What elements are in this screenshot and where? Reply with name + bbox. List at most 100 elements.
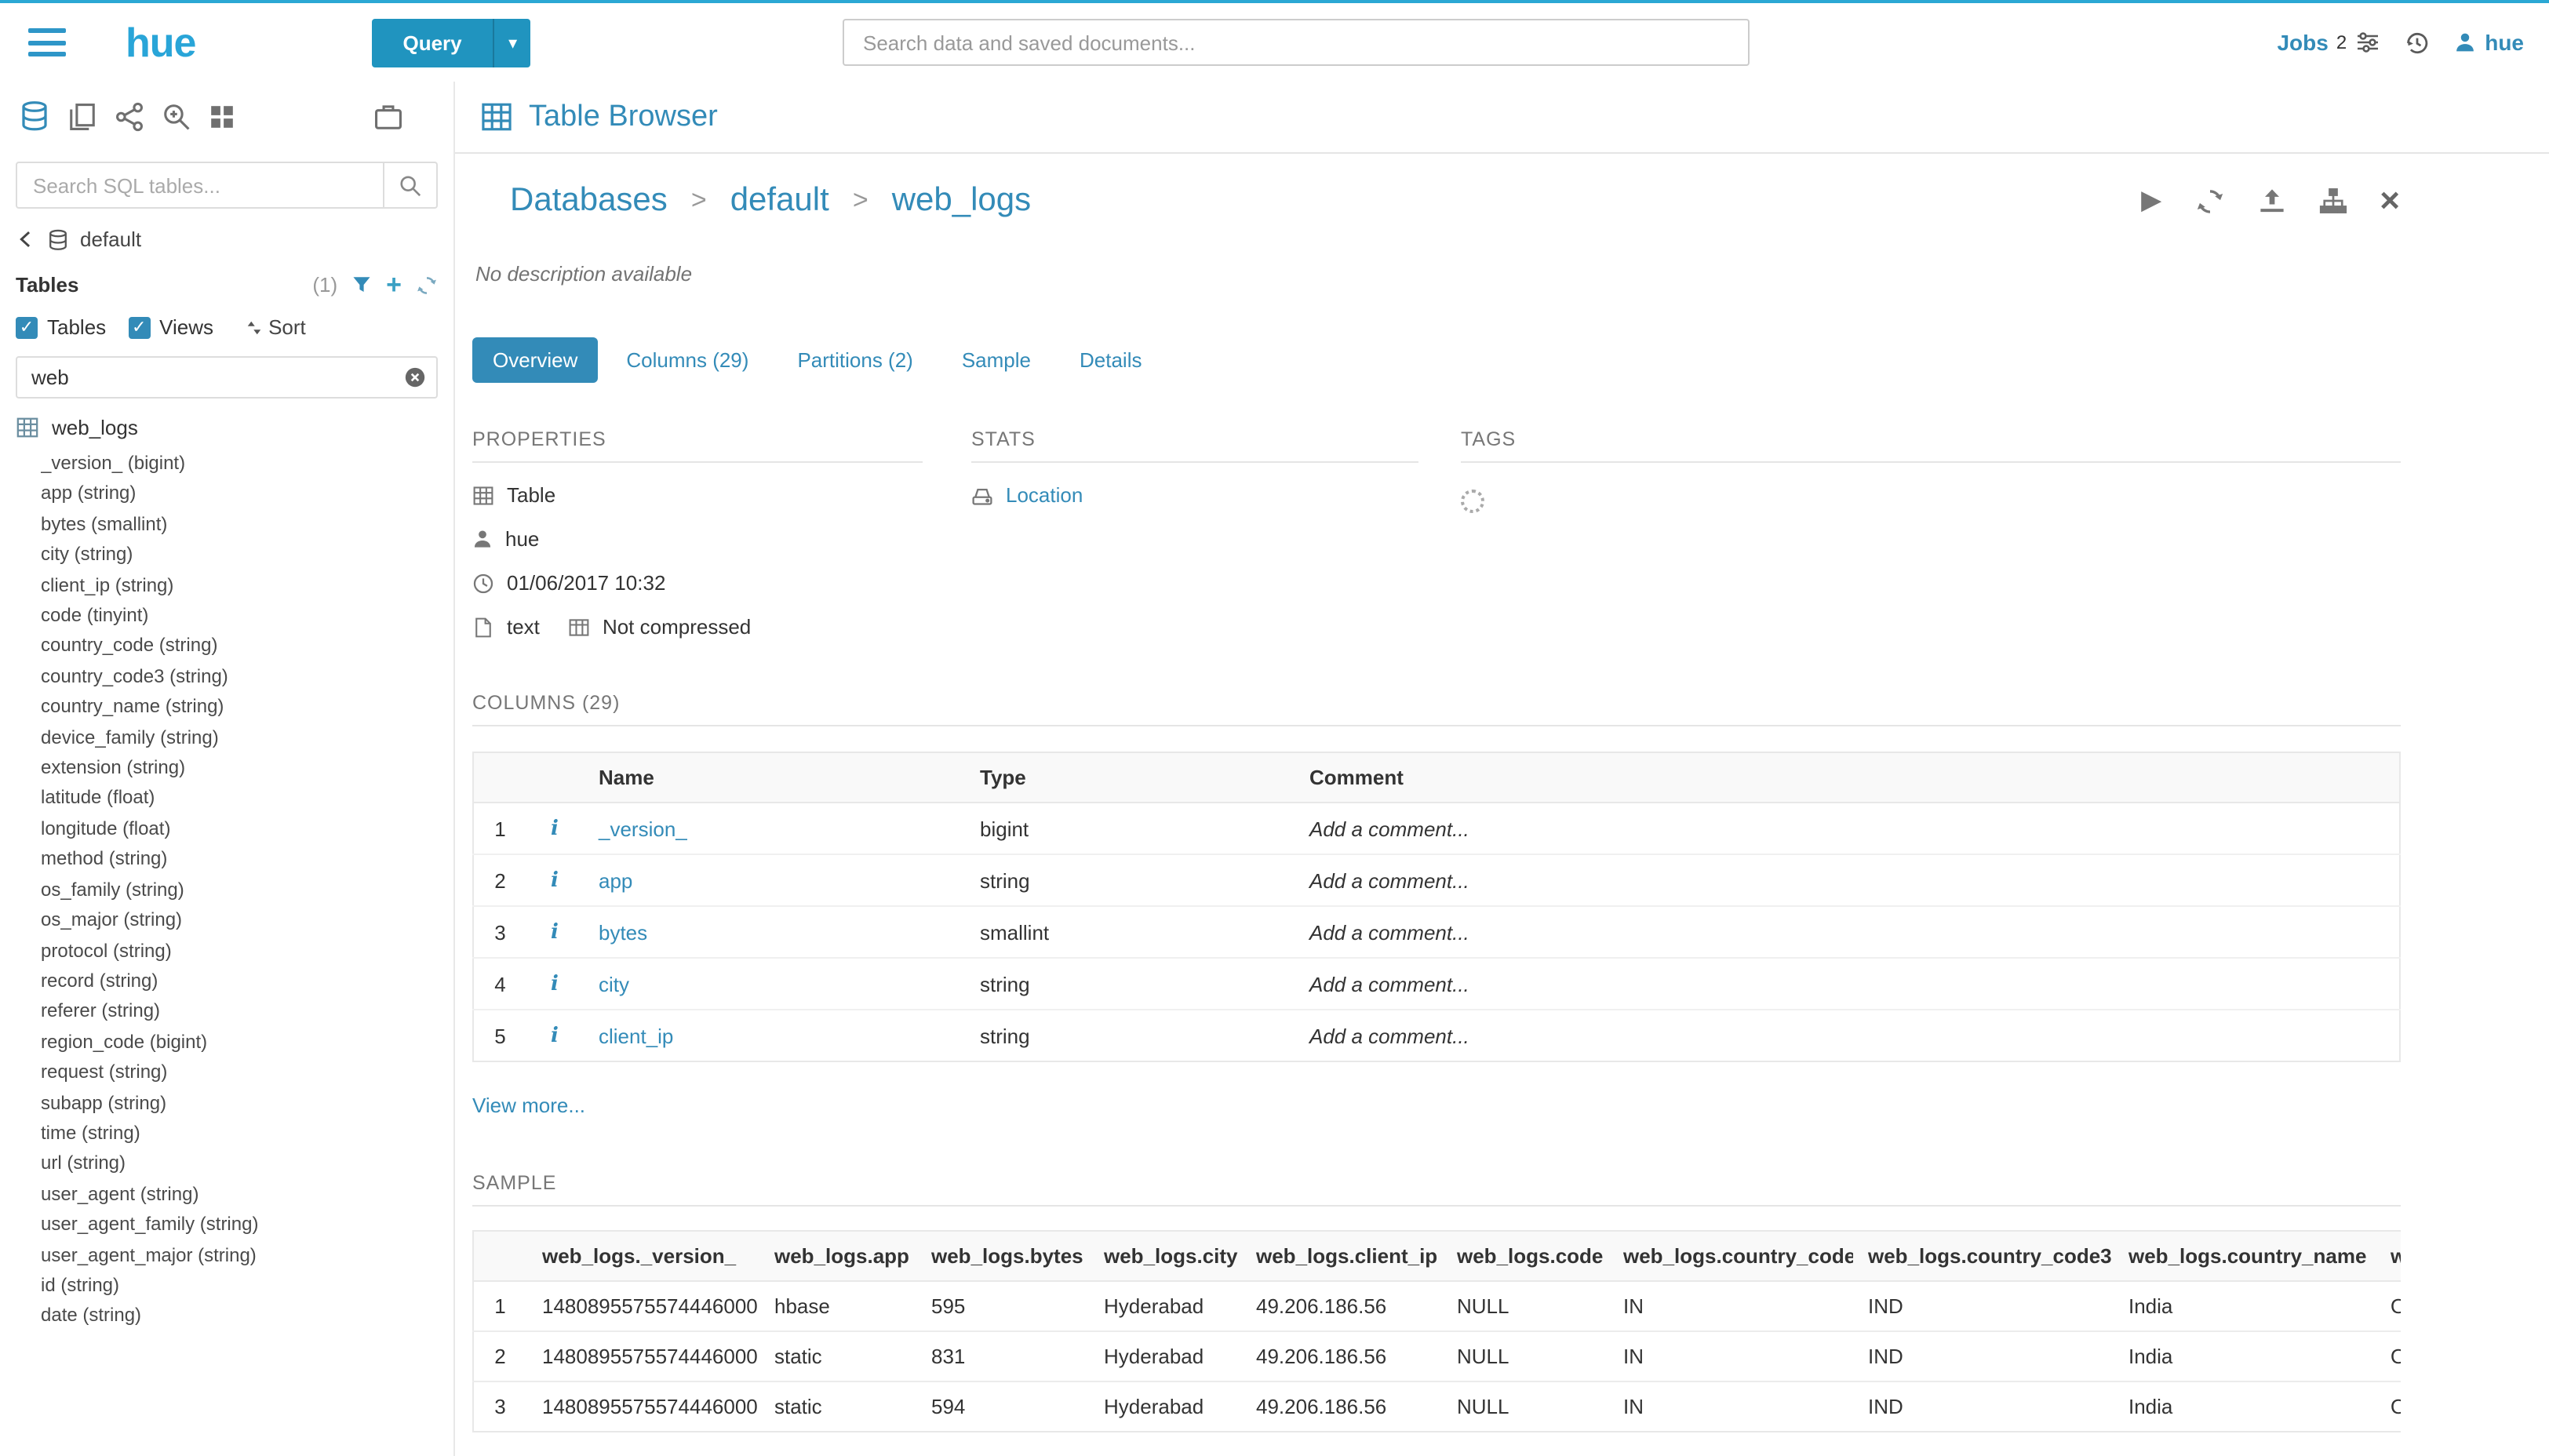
property-created: 01/06/2017 10:32: [472, 571, 923, 595]
sidebar-column-item[interactable]: code (tinyint): [41, 601, 447, 632]
sidebar-column-item[interactable]: device_family (string): [41, 723, 447, 753]
info-icon[interactable]: i: [551, 869, 559, 893]
view-more-link[interactable]: View more...: [472, 1094, 585, 1117]
sidebar-column-item[interactable]: bytes (smallint): [41, 510, 447, 541]
sidebar-column-item[interactable]: country_name (string): [41, 693, 447, 723]
breadcrumb-item-default[interactable]: default: [730, 182, 829, 220]
tables-checkbox[interactable]: ✓: [16, 316, 38, 338]
upload-icon[interactable]: [2257, 187, 2285, 215]
sidebar-column-item[interactable]: url (string): [41, 1149, 447, 1180]
column-name-link[interactable]: bytes: [599, 920, 647, 944]
column-name-link[interactable]: app: [599, 868, 632, 892]
info-icon[interactable]: i: [551, 1025, 559, 1048]
column-name-link[interactable]: city: [599, 972, 629, 996]
sidebar-column-item[interactable]: city (string): [41, 540, 447, 570]
tab-overview[interactable]: Overview: [472, 337, 598, 383]
columns-header-blank: [473, 752, 526, 803]
sidebar-column-item[interactable]: user_agent (string): [41, 1180, 447, 1210]
column-comment[interactable]: Add a comment...: [1294, 958, 2399, 1010]
sidebar-column-item[interactable]: protocol (string): [41, 936, 447, 966]
sql-assist-icon[interactable]: [19, 100, 50, 132]
column-name-link[interactable]: client_ip: [599, 1024, 673, 1047]
sidebar-column-item[interactable]: app (string): [41, 479, 447, 510]
global-search-input[interactable]: [843, 19, 1750, 66]
sidebar-column-item[interactable]: date (string): [41, 1301, 447, 1332]
sidebar-column-item[interactable]: user_agent_major (string): [41, 1240, 447, 1271]
clear-filter-icon[interactable]: [403, 366, 427, 389]
database-breadcrumb[interactable]: default: [0, 209, 453, 260]
column-name-link[interactable]: _version_: [599, 817, 687, 840]
sidebar-column-item[interactable]: id (string): [41, 1271, 447, 1301]
row-number: 3: [473, 906, 526, 958]
sql-table-search-button[interactable]: [384, 162, 438, 209]
sort-toggle[interactable]: Sort: [245, 315, 306, 339]
column-comment[interactable]: Add a comment...: [1294, 854, 2399, 906]
add-table-icon[interactable]: +: [386, 271, 402, 298]
sidebar-column-item[interactable]: country_code (string): [41, 632, 447, 662]
jobs-link[interactable]: Jobs 2: [2277, 30, 2380, 55]
info-cell: i: [526, 958, 583, 1010]
share-icon[interactable]: [115, 101, 144, 131]
sample-cell: IN: [1608, 1281, 1852, 1331]
location-link[interactable]: Location: [1006, 483, 1083, 507]
breadcrumb-row: Databases>default>web_logs ▶ ×: [472, 182, 2400, 220]
refresh-icon[interactable]: [2194, 186, 2224, 216]
documents-icon[interactable]: [67, 101, 97, 131]
sidebar-column-item[interactable]: subapp (string): [41, 1088, 447, 1119]
sidebar-column-item[interactable]: country_code3 (string): [41, 662, 447, 693]
tab-columns-29[interactable]: Columns (29): [606, 337, 769, 383]
query-table-icon[interactable]: ▶: [2141, 185, 2161, 217]
hamburger-menu-icon[interactable]: [28, 28, 66, 56]
sidebar-column-item[interactable]: extension (string): [41, 753, 447, 784]
info-icon[interactable]: i: [551, 973, 559, 996]
tab-details[interactable]: Details: [1059, 337, 1163, 383]
hue-logo[interactable]: hue: [126, 18, 195, 67]
sidebar-table-web-logs[interactable]: web_logs: [0, 402, 453, 444]
assist-icon-bar: [0, 82, 453, 151]
refresh-tables-icon[interactable]: [416, 274, 438, 296]
briefcase-icon[interactable]: [373, 101, 403, 131]
sidebar-column-item[interactable]: client_ip (string): [41, 570, 447, 601]
sql-table-search-input[interactable]: [16, 162, 384, 209]
sidebar-column-item[interactable]: _version_ (bigint): [41, 449, 447, 479]
sample-section-header: SAMPLE: [472, 1172, 2400, 1207]
query-dropdown-caret[interactable]: ▾: [493, 18, 531, 67]
sidebar-column-item[interactable]: region_code (bigint): [41, 1027, 447, 1057]
sidebar-column-item[interactable]: longitude (float): [41, 814, 447, 845]
sidebar-column-item[interactable]: time (string): [41, 1119, 447, 1149]
table-name-filter-input[interactable]: [16, 356, 438, 399]
user-menu[interactable]: hue: [2453, 30, 2524, 55]
apps-grid-icon[interactable]: [209, 103, 235, 129]
breadcrumb-item-web_logs[interactable]: web_logs: [892, 182, 1031, 220]
lineage-sitemap-icon[interactable]: [2318, 187, 2347, 215]
tab-partitions-2[interactable]: Partitions (2): [777, 337, 933, 383]
sidebar-column-item[interactable]: request (string): [41, 1057, 447, 1088]
topbar-right: Jobs 2 hue: [2277, 3, 2524, 82]
sample-cell: NULL: [1441, 1331, 1608, 1381]
close-icon[interactable]: ×: [2380, 184, 2400, 218]
info-icon[interactable]: i: [551, 817, 559, 841]
sliders-icon[interactable]: [2354, 30, 2380, 55]
sidebar-column-item[interactable]: user_agent_family (string): [41, 1210, 447, 1240]
sidebar-column-item[interactable]: referer (string): [41, 997, 447, 1028]
sample-column-header: web_logs.city: [1088, 1231, 1240, 1281]
history-icon[interactable]: [2403, 29, 2430, 56]
query-button[interactable]: Query: [371, 18, 493, 67]
sidebar-column-list: _version_ (bigint)app (string)bytes (sma…: [0, 444, 453, 1332]
table-description[interactable]: No description available: [475, 262, 2400, 286]
sidebar-column-item[interactable]: os_major (string): [41, 905, 447, 936]
sidebar-column-item[interactable]: latitude (float): [41, 784, 447, 814]
breadcrumb-item-Databases[interactable]: Databases: [510, 182, 668, 220]
info-icon[interactable]: i: [551, 921, 559, 945]
column-comment[interactable]: Add a comment...: [1294, 906, 2399, 958]
column-comment[interactable]: Add a comment...: [1294, 803, 2399, 854]
column-comment[interactable]: Add a comment...: [1294, 1010, 2399, 1061]
sample-cell: IND: [1852, 1381, 2113, 1432]
sidebar-column-item[interactable]: os_family (string): [41, 875, 447, 905]
filter-funnel-icon[interactable]: [351, 275, 372, 295]
sidebar-column-item[interactable]: record (string): [41, 966, 447, 997]
sidebar-column-item[interactable]: method (string): [41, 845, 447, 875]
tab-sample[interactable]: Sample: [941, 337, 1051, 383]
views-checkbox[interactable]: ✓: [128, 316, 150, 338]
search-plus-icon[interactable]: [162, 101, 191, 131]
